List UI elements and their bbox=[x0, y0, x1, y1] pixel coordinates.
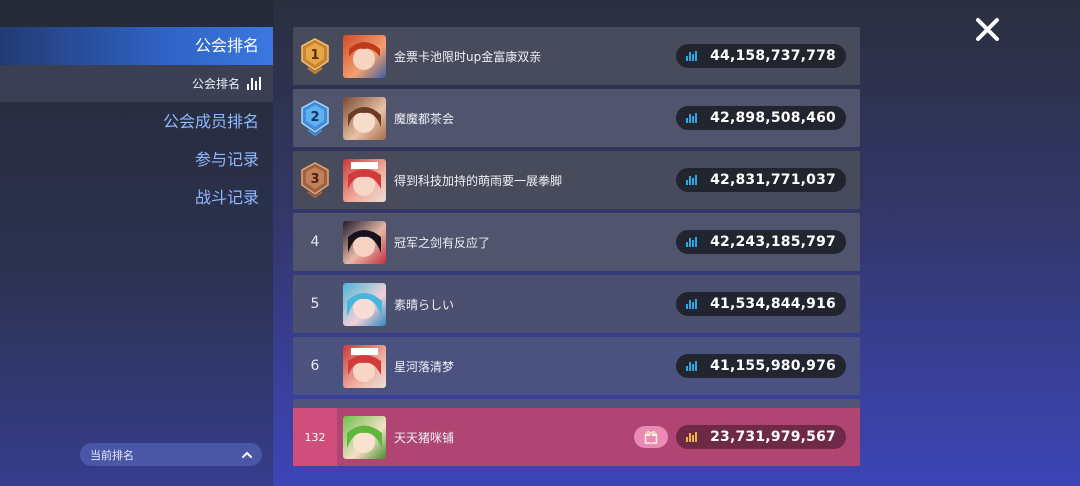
guild-score: 44,158,737,778 bbox=[710, 48, 836, 64]
score-pill: 42,831,771,037 bbox=[676, 168, 846, 192]
guild-name: 魔魔都茶会 bbox=[394, 111, 455, 126]
guild-avatar bbox=[343, 282, 386, 326]
guild-score: 42,243,185,797 bbox=[710, 234, 836, 250]
silver-rank-badge: 2 bbox=[293, 99, 337, 137]
tab-member-ranking-label: 公会成员排名 bbox=[162, 112, 259, 131]
current-rank-label: 当前排名 bbox=[90, 448, 134, 462]
tab-guild-ranking-label: 公会排名 bbox=[194, 36, 259, 55]
guild-name: 冠军之剑有反应了 bbox=[394, 235, 491, 250]
tab-member-ranking[interactable]: 公会成员排名 bbox=[0, 107, 273, 137]
guild-name: 金票卡池限时up金富康双亲 bbox=[394, 49, 542, 64]
bar-chart-icon bbox=[686, 361, 697, 371]
tab-battle-record[interactable]: 战斗记录 bbox=[0, 183, 273, 213]
rank-number: 2 bbox=[310, 110, 319, 125]
bar-chart-icon bbox=[686, 113, 697, 123]
tab-participation-record[interactable]: 参与记录 bbox=[0, 145, 273, 175]
guild-score: 41,155,980,976 bbox=[710, 358, 836, 374]
guild-name: 素晴らしい bbox=[394, 297, 455, 312]
score-pill: 42,898,508,460 bbox=[676, 106, 846, 130]
guild-avatar bbox=[343, 415, 386, 459]
ranking-row[interactable]: 4 冠军之剑有反应了 42,243,185,797 bbox=[293, 213, 860, 271]
subtab-guild-ranking-label: 公会排名 bbox=[191, 77, 240, 91]
my-guild-row[interactable]: 132 天天猪咪铺 23,731,979,567 bbox=[293, 408, 860, 466]
bronze-rank-badge: 3 bbox=[293, 161, 337, 199]
gold-rank-badge: 1 bbox=[293, 37, 337, 75]
guild-avatar bbox=[343, 344, 386, 388]
score-pill: 41,155,980,976 bbox=[676, 354, 846, 378]
current-rank-button[interactable]: 当前排名 bbox=[80, 443, 262, 466]
bar-chart-icon bbox=[247, 77, 261, 90]
ranking-row[interactable]: 6 星河落清梦 41,155,980,976 bbox=[293, 337, 860, 395]
guild-avatar bbox=[343, 158, 386, 202]
rank-number: 4 bbox=[310, 234, 320, 250]
guild-name: 星河落清梦 bbox=[394, 359, 455, 374]
score-pill: 41,534,844,916 bbox=[676, 292, 846, 316]
my-rank-number: 132 bbox=[293, 408, 337, 466]
rank-number: 1 bbox=[310, 48, 319, 63]
guild-avatar bbox=[343, 34, 386, 78]
ranking-row[interactable]: 5 素晴らしい 41,534,844,916 bbox=[293, 275, 860, 333]
guild-avatar bbox=[343, 96, 386, 140]
chevron-up-icon bbox=[242, 451, 252, 458]
rank-number: 3 bbox=[310, 172, 319, 187]
gift-button[interactable] bbox=[634, 426, 668, 448]
tab-battle-record-label: 战斗记录 bbox=[194, 188, 259, 207]
guild-score: 23,731,979,567 bbox=[710, 429, 836, 445]
bar-chart-icon bbox=[686, 432, 697, 442]
guild-name: 天天猪咪铺 bbox=[394, 430, 455, 445]
ranking-row[interactable]: 1 金票卡池限时up金富康双亲 44,158,737,778 bbox=[293, 27, 860, 85]
rank-number: 5 bbox=[310, 296, 320, 312]
close-icon[interactable] bbox=[974, 16, 1001, 43]
ranking-row[interactable]: 2 魔魔都茶会 42,898,508,460 bbox=[293, 89, 860, 147]
gift-icon bbox=[644, 431, 658, 444]
guild-score: 42,831,771,037 bbox=[710, 172, 836, 188]
score-pill: 23,731,979,567 bbox=[676, 425, 846, 449]
guild-score: 42,898,508,460 bbox=[710, 110, 836, 126]
score-pill: 44,158,737,778 bbox=[676, 44, 846, 68]
bar-chart-icon bbox=[686, 51, 697, 61]
tab-participation-record-label: 参与记录 bbox=[194, 150, 259, 169]
guild-name: 得到科技加持的萌雨要一展拳脚 bbox=[394, 173, 563, 188]
bar-chart-icon bbox=[686, 299, 697, 309]
score-pill: 42,243,185,797 bbox=[676, 230, 846, 254]
sidebar: 公会排名 公会排名 公会成员排名 参与记录 战斗记录 当前排名 bbox=[0, 0, 273, 486]
subtab-guild-ranking[interactable]: 公会排名 bbox=[0, 65, 273, 102]
bar-chart-icon bbox=[686, 175, 697, 185]
guild-score: 41,534,844,916 bbox=[710, 296, 836, 312]
ranking-row[interactable]: 3 得到科技加持的萌雨要一展拳脚 42,831,771,037 bbox=[293, 151, 860, 209]
guild-avatar bbox=[343, 220, 386, 264]
tab-guild-ranking[interactable]: 公会排名 bbox=[0, 27, 273, 65]
rank-number: 6 bbox=[310, 358, 320, 374]
bar-chart-icon bbox=[686, 237, 697, 247]
